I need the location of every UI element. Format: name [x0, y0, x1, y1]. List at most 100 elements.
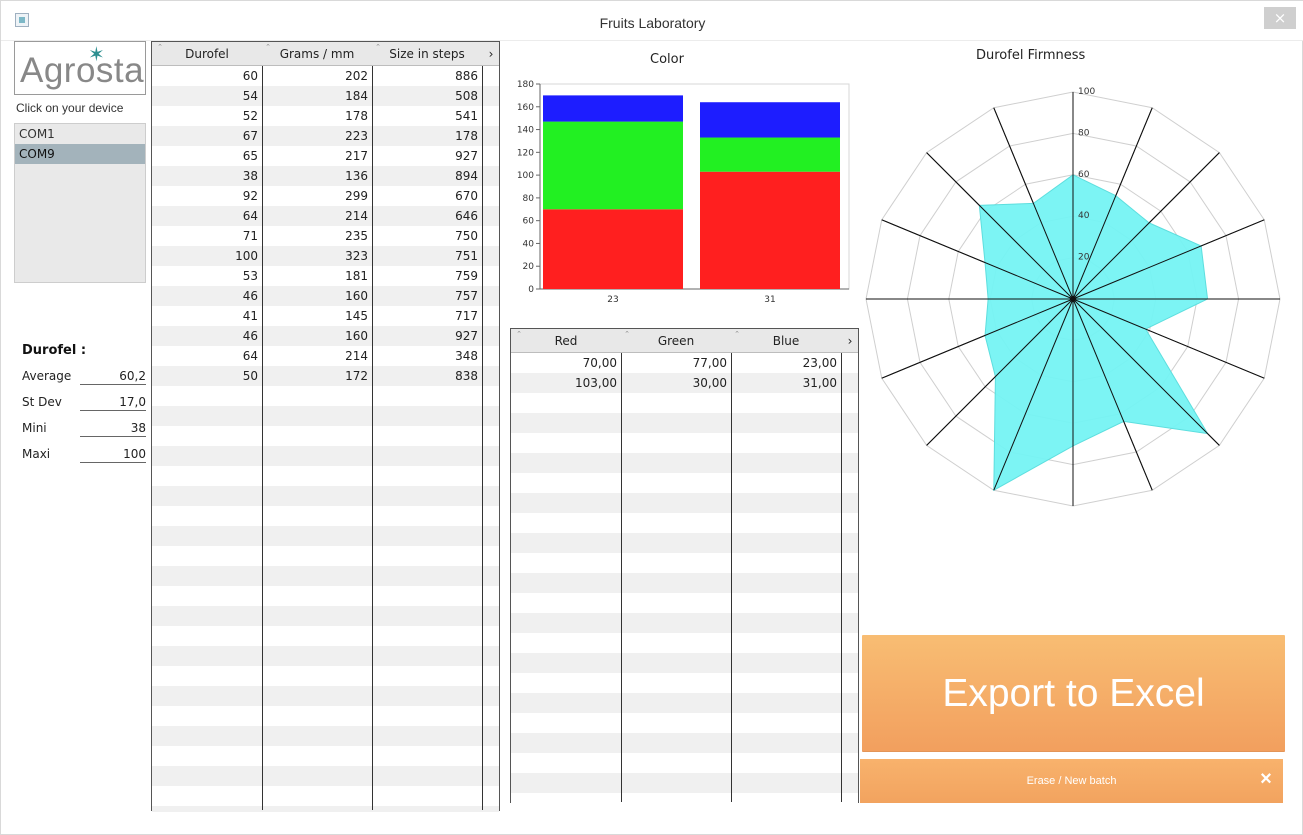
stat-label: St Dev [22, 395, 62, 409]
table-cell: 750 [455, 229, 478, 243]
table-cell: 71 [242, 229, 258, 243]
header-green[interactable]: Green [621, 329, 731, 353]
table-cell: 299 [345, 189, 368, 203]
radar-tick-label: 80 [1078, 128, 1090, 138]
header-blue[interactable]: Blue [731, 329, 841, 353]
measurements-table[interactable]: ⌃ Durofel ⌃ Grams / mm ⌃ Size in steps ›… [151, 41, 500, 812]
stat-average: Average 60,2 [22, 367, 148, 387]
durofel-radar-chart: 20 40 60 80 100 [865, 87, 1281, 507]
table-cell: 927 [455, 329, 478, 343]
bar-red-segment [700, 171, 840, 289]
table-cell: 323 [345, 249, 368, 263]
table-cell: 670 [455, 189, 478, 203]
table-cell: 64 [242, 209, 258, 223]
stat-maxi: Maxi 100 [22, 445, 148, 465]
radar-tick-label: 100 [1078, 87, 1095, 97]
bar-blue-segment [700, 102, 840, 138]
y-tick-label: 140 [517, 126, 534, 136]
color-stacked-bar-chart: 0 20 40 60 80 100 120 140 160 180 23 31 [517, 80, 850, 305]
device-list[interactable]: COM1 COM9 [14, 123, 146, 283]
table-cell: 508 [455, 89, 478, 103]
table-cell: 103,00 [575, 376, 617, 390]
color-table-body: 70,00 77,00 23,00 103,00 30,00 31,00 [511, 353, 858, 804]
table-cell: 717 [455, 309, 478, 323]
table-cell: 54 [242, 89, 258, 103]
table-cell: 70,00 [582, 356, 617, 370]
device-item-com9[interactable]: COM9 [15, 144, 145, 164]
table-cell: 541 [455, 109, 478, 123]
table-cell: 838 [455, 369, 478, 383]
table-cell: 927 [455, 149, 478, 163]
table-cell: 348 [455, 349, 478, 363]
table-cell: 160 [345, 329, 368, 343]
table-cell: 136 [345, 169, 368, 183]
table-cell: 172 [345, 369, 368, 383]
header-red[interactable]: Red [511, 329, 621, 353]
header-durofel[interactable]: Durofel [152, 42, 262, 66]
color-table[interactable]: ⌃ Red ⌃ Green ⌃ Blue › 70,00 77,00 23,00 10… [510, 328, 859, 804]
table-cell: 223 [345, 129, 368, 143]
y-tick-label: 160 [517, 103, 534, 113]
radar-tick-label: 40 [1078, 211, 1090, 221]
erase-new-batch-button[interactable]: Erase / New batch × [860, 759, 1283, 803]
table-cell: 160 [345, 289, 368, 303]
table-cell: 38 [242, 169, 258, 183]
table-cell: 100 [235, 249, 258, 263]
table-cell: 41 [242, 309, 258, 323]
y-tick-label: 20 [523, 262, 535, 272]
row-striping [511, 353, 858, 804]
table-cell: 67 [242, 129, 258, 143]
stat-label: Average [22, 369, 72, 383]
stats-title: Durofel : [22, 343, 87, 358]
device-item-com1[interactable]: COM1 [15, 124, 145, 144]
bar-green-segment [543, 121, 683, 210]
close-x-icon[interactable]: × [1257, 769, 1275, 789]
table-cell: 64 [242, 349, 258, 363]
table-cell: 181 [345, 269, 368, 283]
table-cell: 52 [242, 109, 258, 123]
table-cell: 92 [242, 189, 258, 203]
stat-stdev: St Dev 17,0 [22, 393, 148, 413]
table-cell: 46 [242, 289, 258, 303]
table-cell: 646 [455, 209, 478, 223]
export-excel-button[interactable]: Export to Excel [862, 635, 1285, 752]
table-cell: 145 [345, 309, 368, 323]
table-cell: 235 [345, 229, 368, 243]
radar-tick-label: 60 [1078, 170, 1090, 180]
close-button[interactable]: × [1264, 7, 1296, 29]
bar-blue-segment [543, 95, 683, 122]
table-cell: 178 [455, 129, 478, 143]
table-cell: 214 [345, 349, 368, 363]
y-tick-label: 180 [517, 80, 534, 90]
color-chart: Color 0 20 40 60 80 100 120 140 160 180 23 31 [510, 48, 850, 308]
x-tick-label: 31 [764, 295, 775, 305]
radar-tick-label: 20 [1078, 253, 1090, 263]
app-window: Fruits Laboratory × ✶ Agrosta Click on y… [0, 0, 1303, 835]
y-tick-label: 120 [517, 148, 534, 158]
color-chart-title: Color [650, 52, 684, 67]
header-grams-mm[interactable]: Grams / mm [262, 42, 372, 66]
column-divider [621, 353, 622, 802]
table-cell: 217 [345, 149, 368, 163]
y-tick-label: 80 [523, 194, 535, 204]
table-cell: 751 [455, 249, 478, 263]
y-tick-label: 40 [523, 239, 535, 249]
table-cell: 202 [345, 69, 368, 83]
color-table-header: ⌃ Red ⌃ Green ⌃ Blue › [511, 329, 858, 353]
y-tick-label: 0 [528, 285, 534, 295]
measurements-table-body: 60 202 886 54 184 508 52 178 541 67 223 178 65 217 927… [152, 66, 499, 812]
y-tick-label: 60 [523, 217, 535, 227]
table-cell: 759 [455, 269, 478, 283]
table-cell: 886 [455, 69, 478, 83]
table-cell: 178 [345, 109, 368, 123]
table-cell: 214 [345, 209, 368, 223]
scroll-right-icon[interactable]: › [841, 329, 859, 353]
table-cell: 60 [242, 69, 258, 83]
scroll-right-icon[interactable]: › [482, 42, 500, 66]
column-divider [482, 66, 483, 810]
logo-text: Agrosta [20, 51, 145, 90]
table-cell: 23,00 [802, 356, 837, 370]
header-size-steps[interactable]: Size in steps [372, 42, 482, 66]
table-cell: 53 [242, 269, 258, 283]
title-bar: Fruits Laboratory × [1, 1, 1303, 41]
